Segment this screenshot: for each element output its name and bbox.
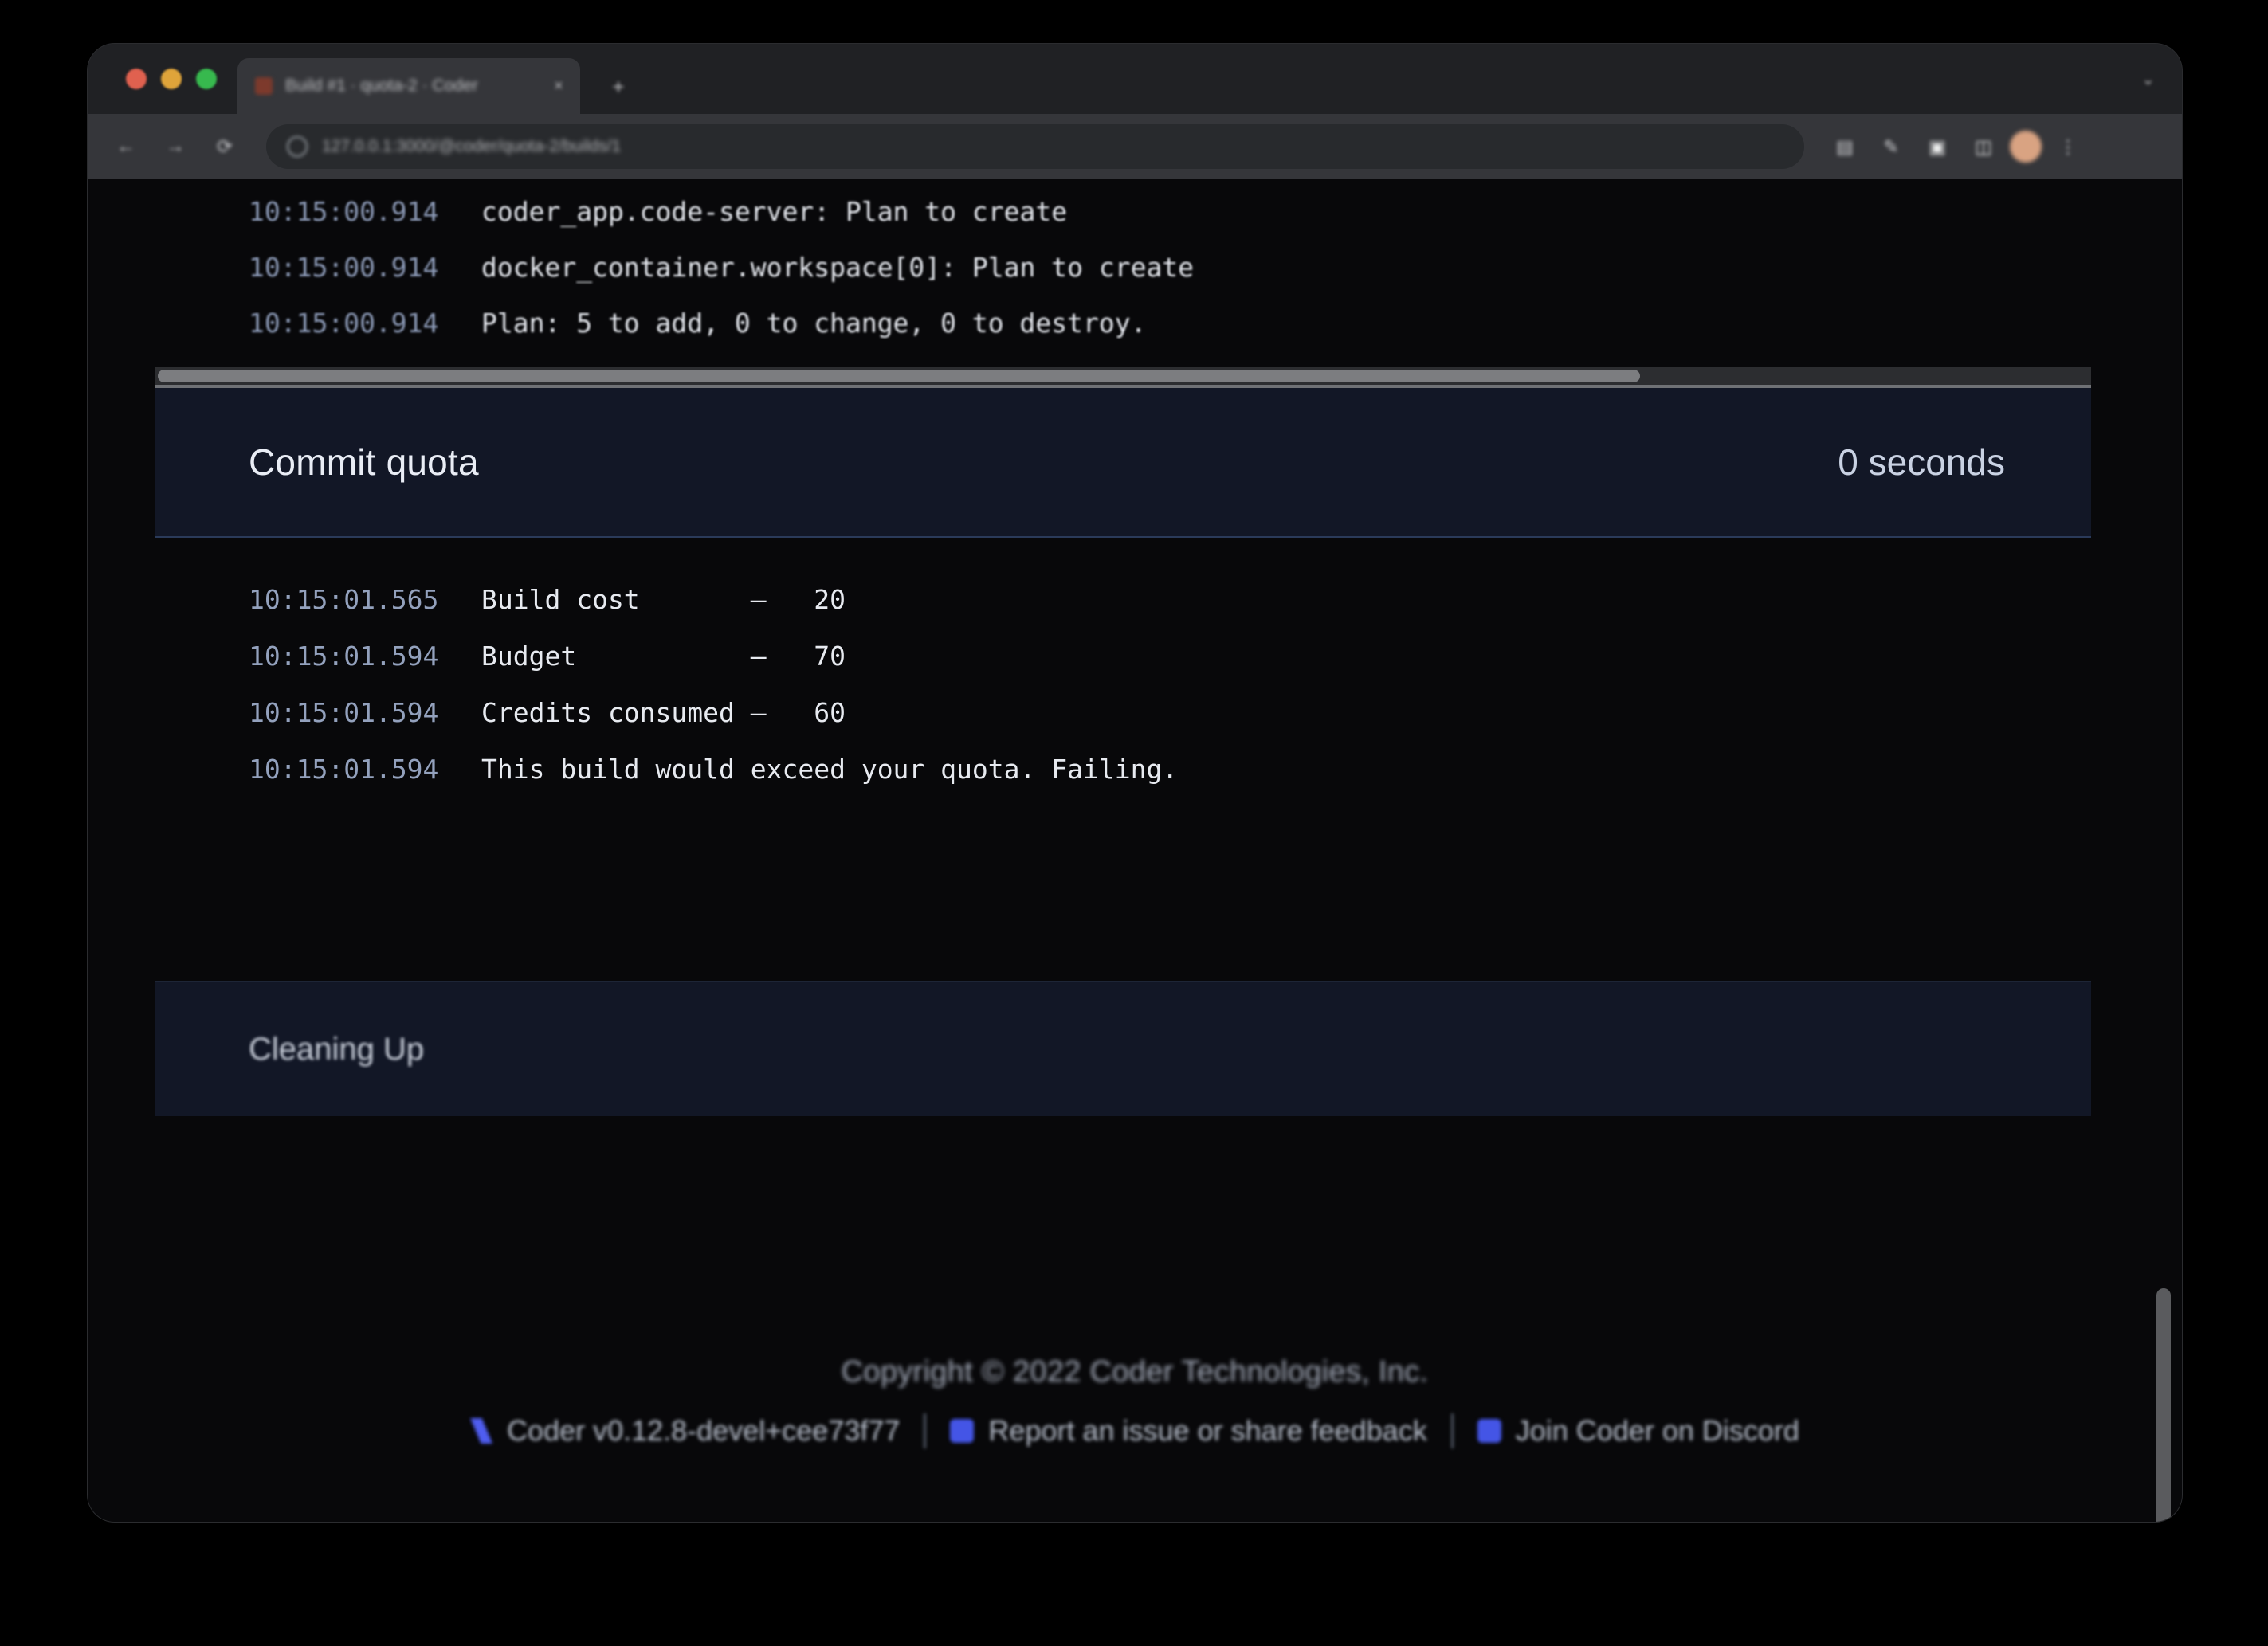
log-timestamp: 10:15:00.914 bbox=[249, 252, 439, 283]
reader-icon[interactable]: ▤ bbox=[1825, 127, 1865, 167]
stage-header-cleaning-up[interactable]: Cleaning Up bbox=[155, 981, 2091, 1116]
footer-links: Coder v0.12.8-devel+cee73f77 Report an i… bbox=[88, 1413, 2182, 1448]
page-footer: Copyright © 2022 Coder Technologies, Inc… bbox=[88, 1355, 2182, 1448]
copyright-text: Copyright © 2022 Coder Technologies, Inc… bbox=[841, 1355, 1429, 1389]
coder-logo-icon bbox=[470, 1418, 493, 1444]
log-line: 10:15:01.594 This build would exceed you… bbox=[155, 741, 2091, 798]
browser-tab-title: Build #1 · quota-2 · Coder bbox=[285, 76, 478, 95]
maximize-window-button[interactable] bbox=[196, 69, 217, 89]
tabstrip-controls: ⌄ bbox=[2141, 44, 2182, 114]
browser-tabstrip: Build #1 · quota-2 · Coder × + ⌄ bbox=[88, 44, 2182, 114]
stage-title: Commit quota bbox=[249, 441, 479, 483]
log-message: docker_container.workspace[0]: Plan to c… bbox=[481, 252, 1195, 283]
minimize-window-button[interactable] bbox=[161, 69, 182, 89]
toolbar-icon-group: ▤ ✎ ▣ ◫ ⋮ bbox=[1825, 127, 2088, 167]
log-horizontal-scrollbar[interactable] bbox=[155, 367, 2091, 385]
footer-link-version[interactable]: Coder v0.12.8-devel+cee73f77 bbox=[446, 1414, 924, 1448]
close-window-button[interactable] bbox=[126, 69, 147, 89]
log-line: 10:15:01.594 Budget — 70 bbox=[155, 628, 2091, 684]
log-line: 10:15:00.914 docker_container.workspace[… bbox=[155, 240, 2091, 296]
pencil-icon[interactable]: ✎ bbox=[1871, 127, 1911, 167]
footer-link-discord[interactable]: Join Coder on Discord bbox=[1454, 1414, 1823, 1448]
log-timestamp: 10:15:01.565 bbox=[249, 584, 439, 615]
stage-log-body[interactable]: 10:15:01.565 Build cost — 20 10:15:01.59… bbox=[155, 538, 2091, 981]
stage-duration: 0 seconds bbox=[1838, 441, 2005, 483]
address-bar[interactable]: 127.0.0.1:3000/@coder/quota-2/builds/1 bbox=[266, 124, 1804, 169]
window-traffic-lights bbox=[108, 44, 237, 114]
browser-tab[interactable]: Build #1 · quota-2 · Coder × bbox=[237, 58, 580, 114]
back-button[interactable]: ← bbox=[105, 126, 147, 167]
log-timestamp: 10:15:01.594 bbox=[249, 641, 439, 672]
browser-toolbar: ← → ⟳ 127.0.0.1:3000/@coder/quota-2/buil… bbox=[88, 114, 2182, 179]
log-message: Build cost — 20 bbox=[481, 584, 846, 615]
page-viewport: 10:15:00.914 coder_app.code-server: Plan… bbox=[88, 179, 2182, 1522]
log-timestamp: 10:15:00.914 bbox=[249, 308, 439, 339]
footer-link-label: Report an issue or share feedback bbox=[988, 1414, 1427, 1447]
site-info-icon[interactable] bbox=[287, 136, 308, 157]
chevron-down-icon[interactable]: ⌄ bbox=[2141, 69, 2155, 89]
log-timestamp: 10:15:00.914 bbox=[249, 196, 439, 227]
log-timestamp: 10:15:01.594 bbox=[249, 754, 439, 785]
reload-button[interactable]: ⟳ bbox=[204, 126, 245, 167]
page-vertical-scrollbar-thumb[interactable] bbox=[2156, 1288, 2171, 1522]
log-message: This build would exceed your quota. Fail… bbox=[481, 754, 1179, 785]
footer-link-label: Coder v0.12.8-devel+cee73f77 bbox=[507, 1414, 901, 1447]
address-bar-url: 127.0.0.1:3000/@coder/quota-2/builds/1 bbox=[322, 137, 622, 155]
stage-title: Cleaning Up bbox=[249, 1031, 425, 1067]
github-icon bbox=[950, 1419, 975, 1443]
stage-header-commit-quota[interactable]: Commit quota 0 seconds bbox=[155, 388, 2091, 538]
log-message: Plan: 5 to add, 0 to change, 0 to destro… bbox=[481, 308, 1147, 339]
footer-link-report-issue[interactable]: Report an issue or share feedback bbox=[926, 1414, 1450, 1448]
sidepanel-icon[interactable]: ◫ bbox=[1964, 127, 2003, 167]
browser-window: Build #1 · quota-2 · Coder × + ⌄ ← → ⟳ 1… bbox=[88, 44, 2182, 1522]
close-tab-icon[interactable]: × bbox=[548, 76, 569, 96]
coder-favicon-icon bbox=[255, 77, 273, 95]
previous-stage-log[interactable]: 10:15:00.914 coder_app.code-server: Plan… bbox=[155, 179, 2091, 367]
log-message: coder_app.code-server: Plan to create bbox=[481, 196, 1068, 227]
log-message: Credits consumed — 60 bbox=[481, 697, 846, 728]
footer-link-label: Join Coder on Discord bbox=[1515, 1414, 1799, 1447]
overflow-menu-icon[interactable]: ⋮ bbox=[2048, 127, 2088, 167]
extension-icon[interactable]: ▣ bbox=[1917, 127, 1957, 167]
forward-button[interactable]: → bbox=[155, 126, 196, 167]
log-line: 10:15:01.594 Credits consumed — 60 bbox=[155, 684, 2091, 741]
build-log-card: 10:15:00.914 coder_app.code-server: Plan… bbox=[155, 179, 2091, 1116]
log-message: Budget — 70 bbox=[481, 641, 846, 672]
profile-avatar[interactable] bbox=[2010, 131, 2042, 163]
log-horizontal-scrollbar-thumb[interactable] bbox=[158, 370, 1640, 382]
log-line: 10:15:00.914 Plan: 5 to add, 0 to change… bbox=[155, 296, 2091, 351]
discord-icon bbox=[1477, 1419, 1501, 1443]
log-line: 10:15:01.565 Build cost — 20 bbox=[155, 571, 2091, 628]
log-line: 10:15:00.914 coder_app.code-server: Plan… bbox=[155, 184, 2091, 240]
new-tab-button[interactable]: + bbox=[598, 66, 639, 108]
log-timestamp: 10:15:01.594 bbox=[249, 697, 439, 728]
